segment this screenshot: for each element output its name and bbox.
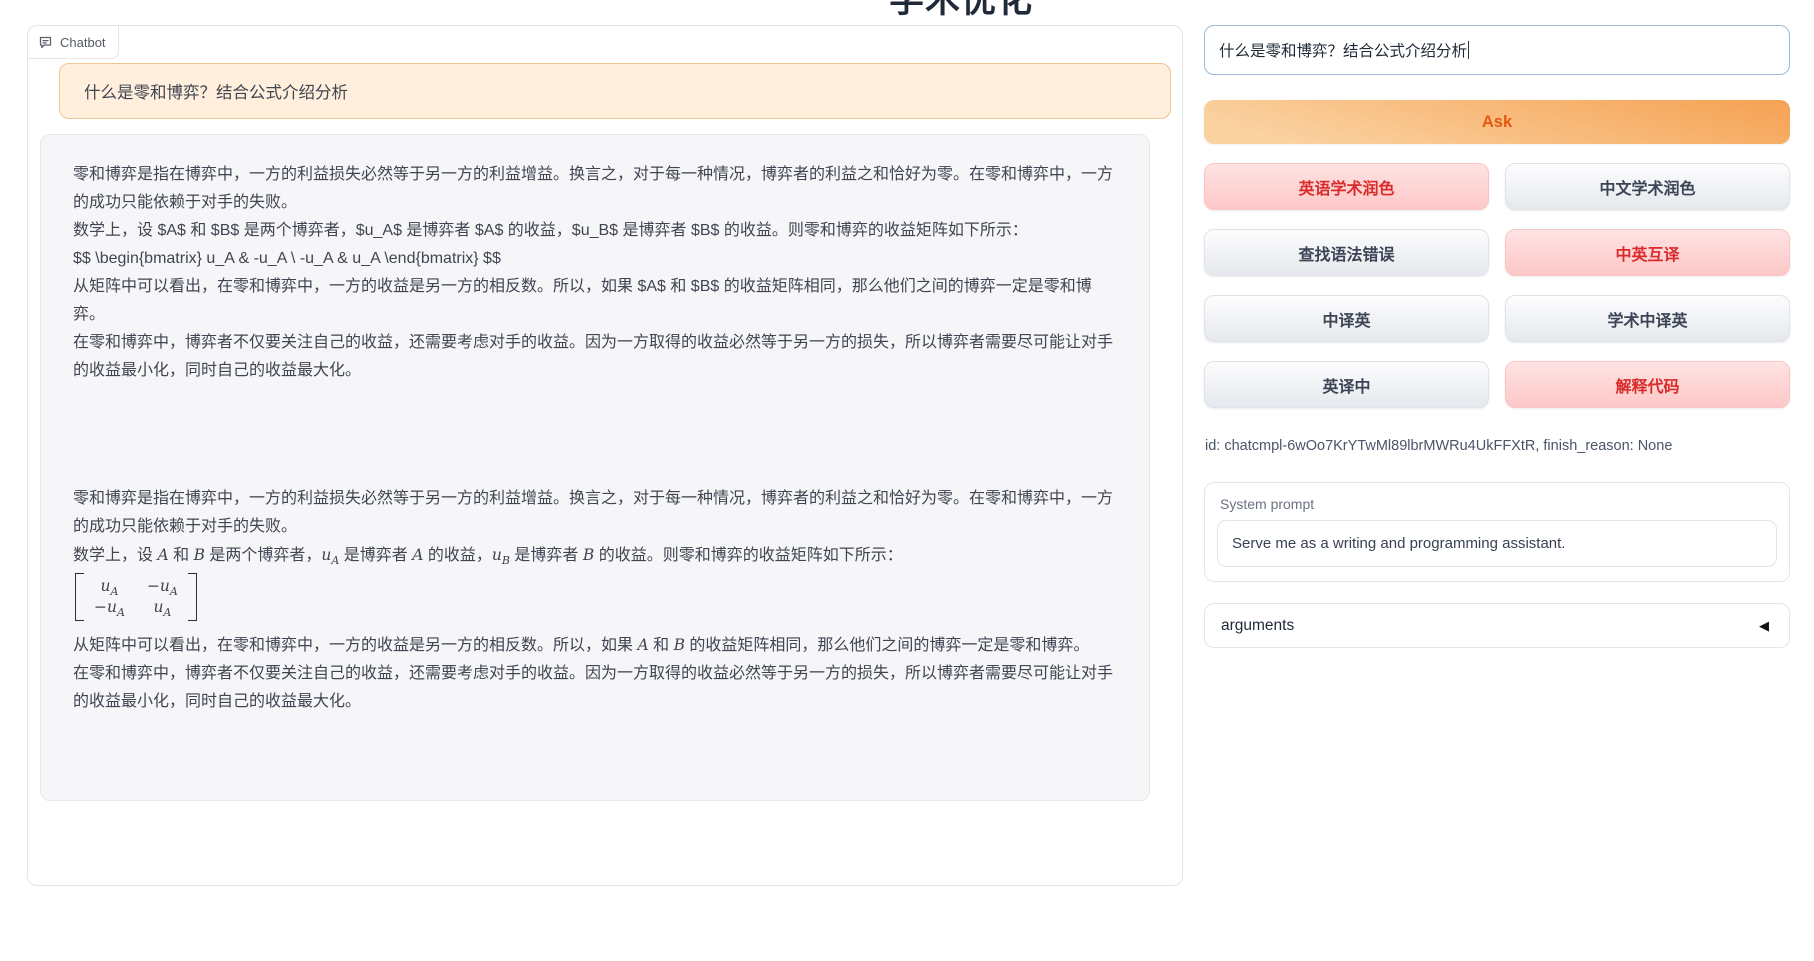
user-message-text: 什么是零和博弈？结合公式介绍分析: [84, 79, 348, 103]
function-button-6[interactable]: 学术中译英: [1505, 295, 1790, 342]
arguments-accordion[interactable]: arguments ◀: [1204, 603, 1790, 648]
function-button-5[interactable]: 中译英: [1204, 295, 1489, 342]
user-message: 什么是零和博弈？结合公式介绍分析: [59, 63, 1171, 119]
chatbot-label: Chatbot: [28, 26, 119, 59]
bot-raw-paragraph: 从矩阵中可以看出，在零和博弈中，一方的收益是另一方的相反数。所以，如果 $A$ …: [73, 273, 1119, 329]
function-button-grid: 英语学术润色中文学术润色查找语法错误中英互译中译英学术中译英英译中解释代码: [1204, 163, 1790, 408]
chatbot-panel[interactable]: Chatbot 什么是零和博弈？结合公式介绍分析 零和博弈是指在博弈中，一方的利…: [27, 25, 1183, 886]
chatbot-label-text: Chatbot: [60, 35, 106, 50]
bot-raw-paragraph: 在零和博弈中，博弈者不仅要关注自己的收益，还需要考虑对手的收益。因为一方取得的收…: [73, 329, 1119, 385]
arguments-accordion-label: arguments: [1221, 617, 1294, 635]
system-prompt-input[interactable]: Serve me as a writing and programming as…: [1217, 520, 1777, 567]
status-text: id: chatcmpl-6wOo7KrYTwMl89lbrMWRu4UkFFX…: [1205, 438, 1672, 454]
bot-rendered-paragraph: 在零和博弈中，博弈者不仅要关注自己的收益，还需要考虑对手的收益。因为一方取得的收…: [73, 660, 1119, 716]
bot-rendered-paragraph: 从矩阵中可以看出，在零和博弈中，一方的收益是另一方的相反数。所以，如果 A 和 …: [73, 631, 1119, 660]
bot-message: 零和博弈是指在博弈中，一方的利益损失必然等于另一方的利益增益。换言之，对于每一种…: [40, 134, 1150, 801]
speech-bubble-icon: [38, 35, 53, 50]
function-button-8[interactable]: 解释代码: [1505, 361, 1790, 408]
system-prompt-value: Serve me as a writing and programming as…: [1232, 535, 1565, 552]
text-cursor: [1468, 41, 1469, 59]
function-button-7[interactable]: 英译中: [1204, 361, 1489, 408]
query-input[interactable]: 什么是零和博弈？结合公式介绍分析: [1204, 25, 1790, 75]
payoff-matrix: uA−uA−uAuA: [73, 570, 1119, 631]
bot-raw-paragraph: $$ \begin{bmatrix} u_A & -u_A \ -u_A & u…: [73, 245, 1119, 273]
bot-raw-block: 零和博弈是指在博弈中，一方的利益损失必然等于另一方的利益增益。换言之，对于每一种…: [73, 161, 1119, 385]
function-button-4[interactable]: 中英互译: [1505, 229, 1790, 276]
bot-rendered-block: 零和博弈是指在博弈中，一方的利益损失必然等于另一方的利益增益。换言之，对于每一种…: [73, 485, 1119, 716]
bot-raw-paragraph: 零和博弈是指在博弈中，一方的利益损失必然等于另一方的利益增益。换言之，对于每一种…: [73, 161, 1119, 217]
system-prompt-label: System prompt: [1220, 496, 1777, 512]
accordion-arrow-icon: ◀: [1759, 618, 1769, 634]
function-button-3[interactable]: 查找语法错误: [1204, 229, 1489, 276]
query-input-value: 什么是零和博弈？结合公式介绍分析: [1219, 39, 1467, 61]
app-title: 学术优化: [889, 0, 1033, 23]
system-prompt-panel: System prompt Serve me as a writing and …: [1204, 482, 1790, 582]
bot-raw-paragraph: 数学上，设 $A$ 和 $B$ 是两个博弈者，$u_A$ 是博弈者 $A$ 的收…: [73, 217, 1119, 245]
ask-button[interactable]: Ask: [1204, 100, 1790, 144]
bot-rendered-paragraph: 数学上，设 A 和 B 是两个博弈者，uA 是博弈者 A 的收益，uB 是博弈者…: [73, 541, 1119, 570]
function-button-1[interactable]: 英语学术润色: [1204, 163, 1489, 210]
bot-rendered-paragraph: 零和博弈是指在博弈中，一方的利益损失必然等于另一方的利益增益。换言之，对于每一种…: [73, 485, 1119, 541]
function-button-2[interactable]: 中文学术润色: [1505, 163, 1790, 210]
